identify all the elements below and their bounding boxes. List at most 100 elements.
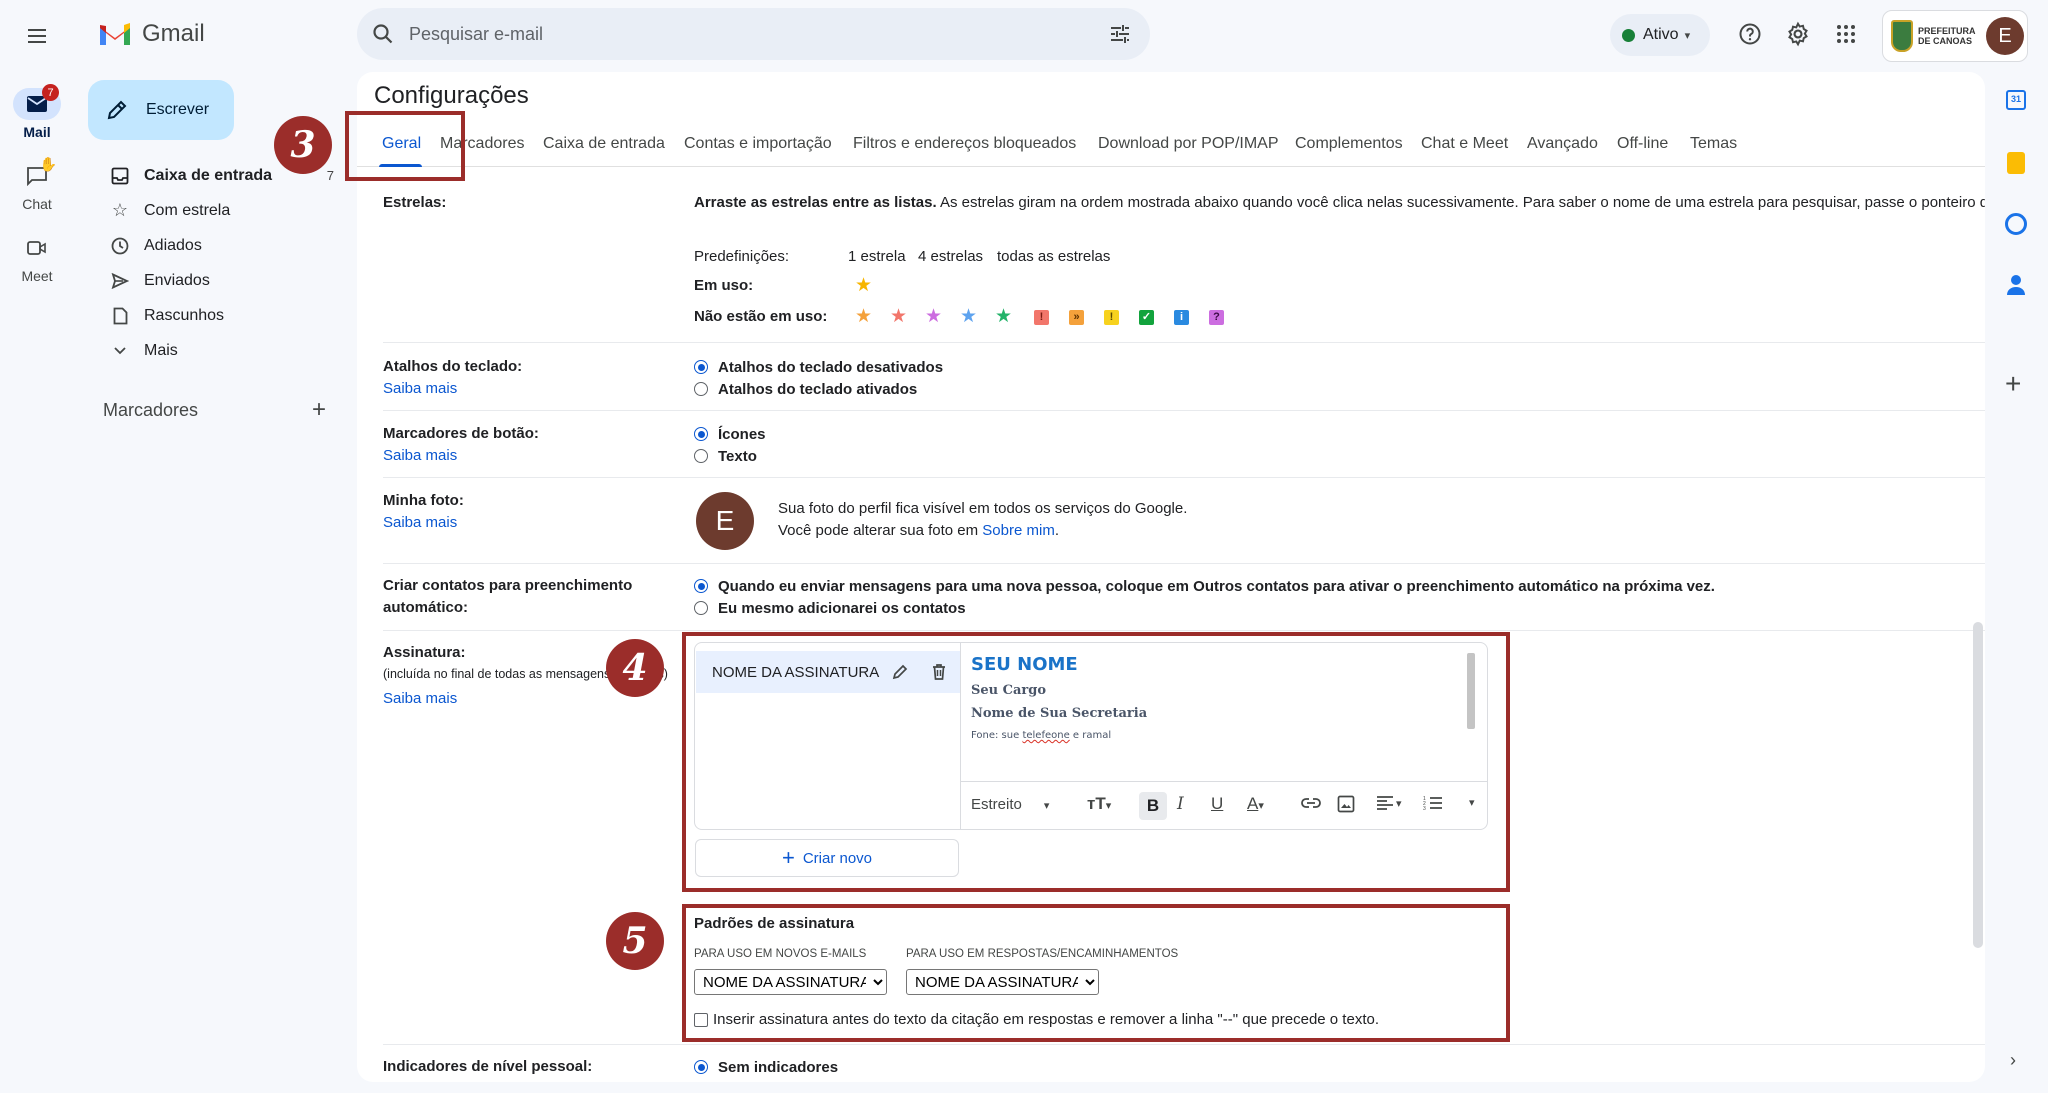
photo-learn-more-link[interactable]: Saiba mais [383, 512, 457, 534]
page-title: Configurações [374, 82, 529, 109]
manual-contacts-option[interactable]: Eu mesmo adicionarei os contatos [694, 597, 966, 619]
orange-guillemet-icon[interactable]: » [1069, 310, 1084, 325]
account-chip[interactable]: PREFEITURA DE CANOAS E [1882, 10, 2028, 62]
tab-avancado[interactable]: Avançado [1527, 135, 1598, 153]
orange-star-icon[interactable]: ★ [855, 307, 872, 327]
nav-item-snoozed[interactable]: Adiados [88, 228, 344, 263]
divider [383, 410, 1985, 411]
auto-contacts-label: Quando eu enviar mensagens para uma nova… [718, 577, 1715, 595]
purple-star-icon[interactable]: ★ [925, 307, 942, 327]
gmail-wordmark: Gmail [142, 20, 205, 47]
search-input[interactable]: Pesquisar e-mail [409, 24, 543, 45]
photo-label: Minha foto: [383, 492, 464, 509]
tab-contas-e-importacao[interactable]: Contas e importação [684, 135, 832, 153]
stars-desc-text: As estrelas giram na ordem mostrada abai… [939, 194, 1985, 211]
shortcuts-learn-more-link[interactable]: Saiba mais [383, 378, 457, 400]
mail-unread-badge: 7 [42, 84, 59, 101]
personal-indicators-label: Indicadores de nível pessoal: [383, 1058, 593, 1075]
green-check-icon[interactable]: ✓ [1139, 310, 1154, 325]
radio-checked[interactable] [694, 1060, 708, 1074]
wave-hand-icon: ✋ [39, 156, 57, 172]
tab-complementos[interactable]: Complementos [1295, 135, 1403, 153]
red-star-icon[interactable]: ★ [890, 307, 907, 327]
auto-contacts-option[interactable]: Quando eu enviar mensagens para uma nova… [694, 575, 1715, 597]
divider [383, 477, 1985, 478]
add-label-icon[interactable]: + [312, 398, 326, 422]
rail-mail-pill: 7 [13, 84, 61, 120]
search-options-icon[interactable] [1108, 22, 1132, 46]
tab-off-line[interactable]: Off-line [1617, 135, 1668, 153]
nav-item-drafts[interactable]: Rascunhos [88, 298, 344, 333]
radio-checked[interactable] [694, 427, 708, 441]
about-me-link[interactable]: Sobre mim [982, 522, 1055, 539]
add-addon-icon[interactable]: + [2005, 370, 2021, 398]
nav-item-starred[interactable]: ☆ Com estrela [88, 193, 344, 228]
profile-photo-avatar[interactable]: E [696, 492, 754, 550]
photo-line-2: Você pode alterar sua foto em Sobre mim. [778, 520, 1059, 542]
blue-star-icon[interactable]: ★ [960, 307, 977, 327]
tab-filtros[interactable]: Filtros e endereços bloqueados [853, 135, 1076, 153]
text-option[interactable]: Texto [694, 445, 757, 467]
radio-checked[interactable] [694, 360, 708, 374]
green-star-icon[interactable]: ★ [995, 307, 1012, 327]
preset-4-stars-link[interactable]: 4 estrelas [918, 246, 983, 268]
tab-chat-e-meet[interactable]: Chat e Meet [1421, 135, 1508, 153]
apps-button[interactable] [1826, 14, 1866, 54]
search-bar[interactable]: Pesquisar e-mail [357, 8, 1150, 60]
search-icon[interactable] [371, 22, 395, 46]
rail-mail[interactable]: 7 Mail [0, 84, 74, 140]
settings-tabs: Geral Marcadores Caixa de entrada Contas… [357, 127, 1985, 167]
signature-learn-more-link[interactable]: Saiba mais [383, 688, 457, 710]
red-bang-icon[interactable]: ! [1034, 310, 1049, 325]
main-menu-button[interactable] [16, 15, 58, 57]
tab-pop-imap[interactable]: Download por POP/IMAP [1098, 135, 1279, 153]
no-indicators-option[interactable]: Sem indicadores [694, 1056, 838, 1078]
contacts-label-1: Criar contatos para preenchimento [383, 577, 633, 594]
annotation-box-signature [682, 632, 1510, 892]
tab-caixa-de-entrada[interactable]: Caixa de entrada [543, 135, 665, 153]
settings-button[interactable] [1778, 14, 1818, 54]
expand-panel-icon[interactable]: › [2010, 1050, 2016, 1071]
not-in-use-label: Não estão em uso: [694, 308, 828, 325]
rail-meet-pill [13, 232, 61, 264]
tasks-app-icon[interactable] [2005, 213, 2027, 235]
gmail-logo[interactable]: Gmail [98, 20, 205, 48]
preset-all-stars-link[interactable]: todas as estrelas [997, 246, 1110, 268]
blue-info-icon[interactable]: i [1174, 310, 1189, 325]
compose-button[interactable]: Escrever [88, 80, 234, 140]
shortcuts-off-option[interactable]: Atalhos do teclado desativados [694, 356, 943, 378]
photo-line-2-prefix: Você pode alterar sua foto em [778, 522, 983, 539]
help-button[interactable] [1730, 14, 1770, 54]
yellow-bang-icon[interactable]: ! [1104, 310, 1119, 325]
radio-unchecked[interactable] [694, 449, 708, 463]
button-labels-learn-more-link[interactable]: Saiba mais [383, 445, 457, 467]
status-dot-icon [1622, 28, 1635, 42]
icons-option[interactable]: Ícones [694, 423, 766, 445]
radio-checked[interactable] [694, 579, 708, 593]
shortcuts-label: Atalhos do teclado: [383, 358, 523, 375]
yellow-star-icon[interactable]: ★ [855, 276, 872, 296]
inbox-icon [111, 167, 129, 184]
tab-temas[interactable]: Temas [1690, 135, 1737, 153]
manual-contacts-label: Eu mesmo adicionarei os contatos [718, 599, 966, 617]
nav-item-sent[interactable]: Enviados [88, 263, 344, 298]
nav-item-label: Mais [144, 341, 178, 359]
calendar-app-icon[interactable]: 31 [2006, 90, 2026, 110]
status-chip[interactable]: Ativo ▾ [1610, 14, 1710, 56]
contacts-app-icon[interactable] [2006, 274, 2026, 296]
keep-app-icon[interactable] [2007, 152, 2025, 174]
shortcuts-on-option[interactable]: Atalhos do teclado ativados [694, 378, 917, 400]
nav-item-more[interactable]: Mais [88, 333, 344, 368]
purple-question-icon[interactable]: ? [1209, 310, 1224, 325]
radio-unchecked[interactable] [694, 601, 708, 615]
preset-1-star-link[interactable]: 1 estrela [848, 246, 906, 268]
avatar[interactable]: E [1986, 17, 2024, 55]
rail-meet[interactable]: Meet [0, 232, 74, 284]
radio-unchecked[interactable] [694, 382, 708, 396]
rail-meet-label: Meet [21, 268, 53, 284]
star-outline-icon: ☆ [111, 200, 129, 220]
panel-scrollbar[interactable] [1973, 622, 1983, 948]
in-use-label: Em uso: [694, 277, 754, 294]
rail-chat[interactable]: ✋ Chat [0, 156, 74, 212]
draft-icon [113, 307, 127, 324]
